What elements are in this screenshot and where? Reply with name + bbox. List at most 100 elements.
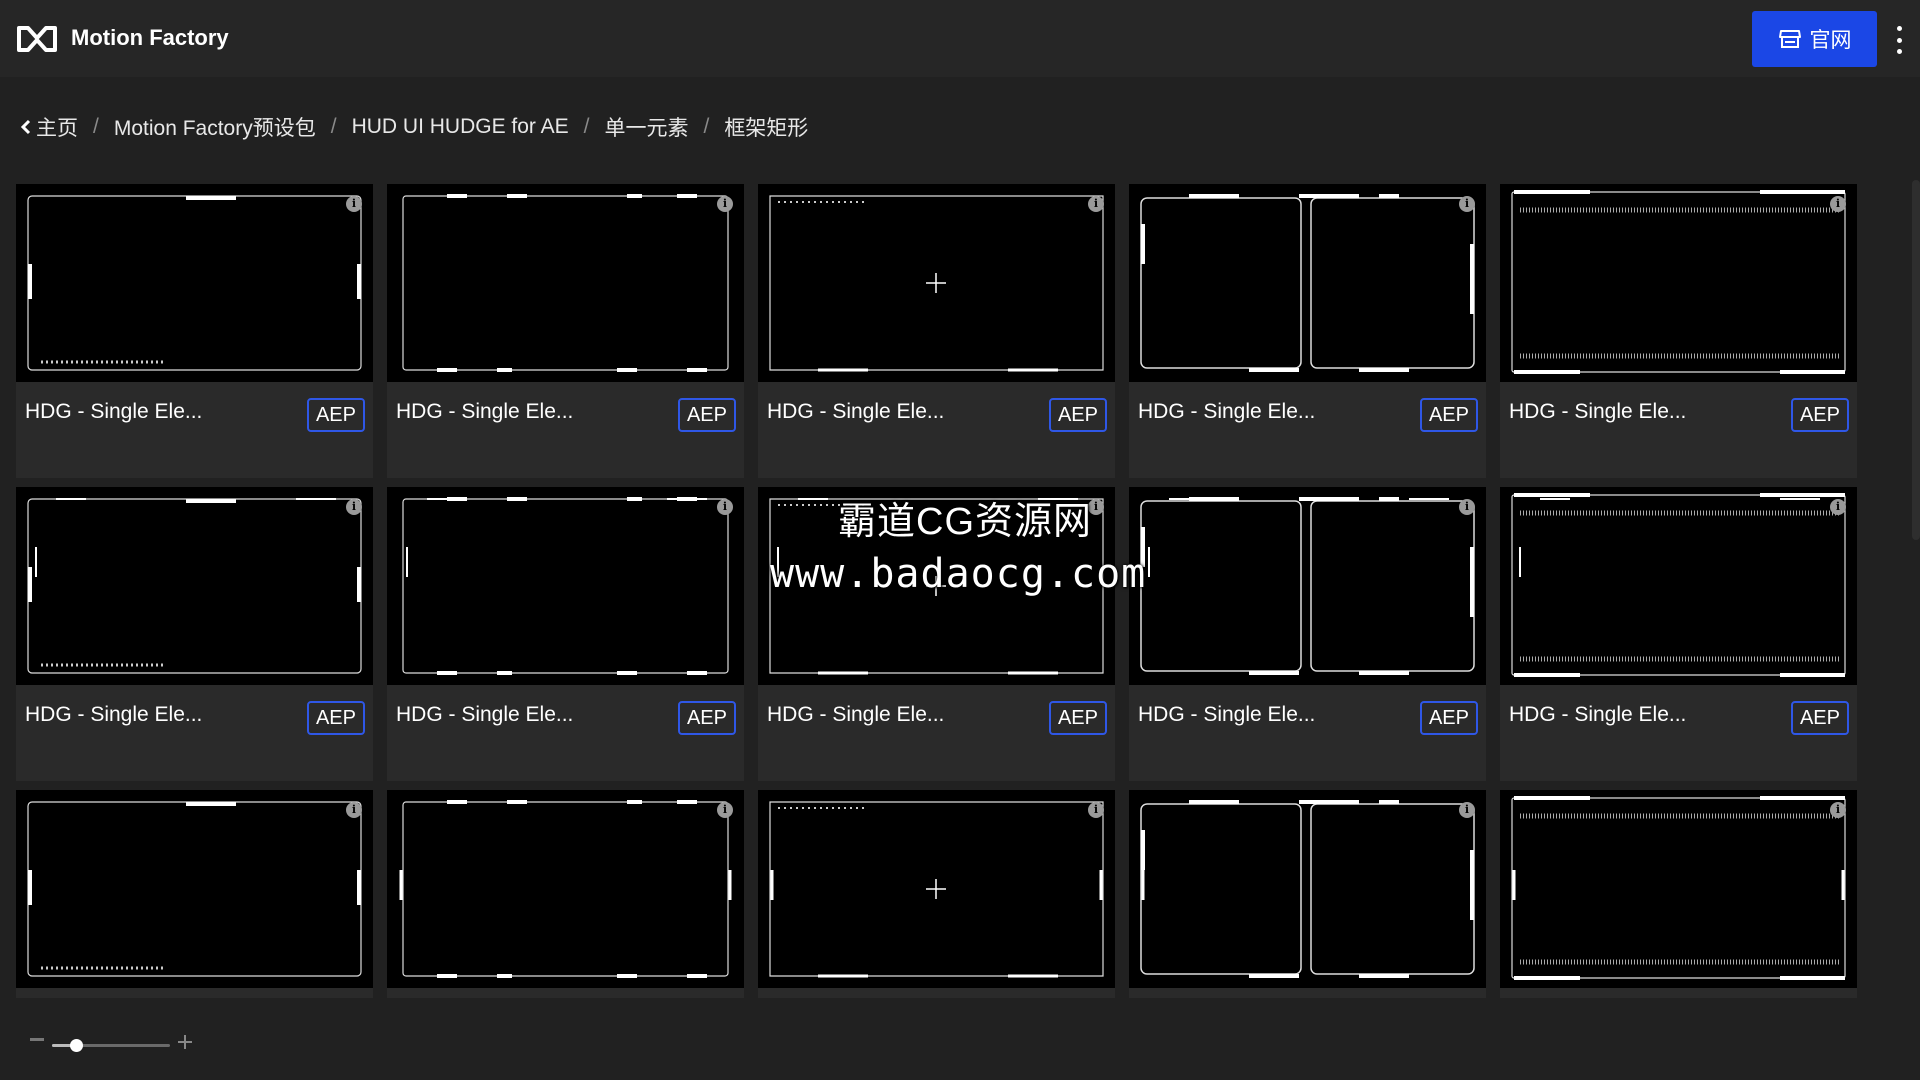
format-badge: AEP bbox=[306, 701, 365, 735]
hud-frame-preview bbox=[27, 498, 362, 674]
asset-thumbnail[interactable] bbox=[758, 487, 1115, 685]
info-icon[interactable]: i bbox=[1830, 196, 1846, 212]
breadcrumb-separator: / bbox=[93, 115, 99, 138]
format-badge: AEP bbox=[1419, 701, 1478, 735]
asset-card[interactable]: i HDG - Single Ele... AEP bbox=[758, 184, 1115, 478]
hud-frame-preview bbox=[769, 195, 1104, 372]
hud-frame-preview bbox=[1511, 493, 1846, 677]
official-site-button[interactable]: 官网 bbox=[1752, 11, 1877, 67]
asset-card[interactable]: i HDG - Single Ele... AEP bbox=[1500, 487, 1857, 781]
asset-card[interactable]: i HDG - Single Ele... AEP bbox=[16, 487, 373, 781]
asset-title: HDG - Single Ele... bbox=[1509, 400, 1687, 423]
zoom-in-icon[interactable] bbox=[178, 1035, 192, 1049]
info-icon[interactable]: i bbox=[346, 196, 362, 212]
asset-card[interactable]: i HDG - Single Ele... AEP bbox=[758, 487, 1115, 781]
asset-title: HDG - Single Ele... bbox=[1509, 703, 1687, 726]
asset-grid: i HDG - Single Ele... AEP i HDG - Single Ele… bbox=[16, 184, 1858, 998]
info-icon[interactable]: i bbox=[1088, 802, 1104, 818]
asset-card[interactable]: iHDG - Single Ele...AEP bbox=[1500, 790, 1857, 998]
format-badge: AEP bbox=[1790, 701, 1849, 735]
format-badge: AEP bbox=[1048, 701, 1107, 735]
hud-frame-preview bbox=[1140, 497, 1475, 675]
asset-title: HDG - Single Ele... bbox=[396, 400, 574, 423]
asset-card[interactable]: iHDG - Single Ele...AEP bbox=[16, 790, 373, 998]
info-icon[interactable]: i bbox=[346, 802, 362, 818]
zoom-out-icon[interactable] bbox=[30, 1038, 44, 1041]
asset-thumbnail[interactable] bbox=[16, 184, 373, 382]
asset-title: HDG - Single Ele... bbox=[25, 703, 203, 726]
breadcrumb-separator: / bbox=[330, 115, 337, 138]
asset-card[interactable]: iHDG - Single Ele...AEP bbox=[758, 790, 1115, 998]
info-icon[interactable]: i bbox=[1088, 196, 1104, 212]
asset-title: HDG - Single Ele... bbox=[767, 400, 945, 423]
format-badge: AEP bbox=[306, 398, 365, 432]
format-badge: AEP bbox=[1048, 398, 1107, 432]
asset-thumbnail[interactable] bbox=[387, 487, 744, 685]
asset-thumbnail[interactable] bbox=[387, 790, 744, 988]
hud-frame-preview bbox=[1511, 796, 1846, 980]
asset-thumbnail[interactable] bbox=[16, 487, 373, 685]
asset-card[interactable]: iHDG - Single Ele...AEP bbox=[1500, 184, 1857, 478]
asset-card[interactable]: i HDG - Single Ele... AEP bbox=[387, 184, 744, 478]
info-icon[interactable]: i bbox=[1459, 499, 1475, 515]
asset-card[interactable]: iHDG - Single Ele...AEP bbox=[1129, 184, 1486, 478]
info-icon[interactable]: i bbox=[1459, 196, 1475, 212]
asset-card[interactable]: i HDG - Single Ele... AEP bbox=[1129, 487, 1486, 781]
hud-frame-preview bbox=[769, 498, 1104, 675]
hud-frame-preview bbox=[402, 497, 729, 675]
asset-thumbnail[interactable] bbox=[1500, 184, 1857, 382]
top-bar: Motion Factory 官网 bbox=[0, 0, 1920, 77]
asset-thumbnail[interactable] bbox=[1129, 184, 1486, 382]
format-badge: AEP bbox=[677, 398, 736, 432]
info-icon[interactable]: i bbox=[1088, 499, 1104, 515]
asset-thumbnail[interactable] bbox=[1500, 790, 1857, 988]
asset-thumbnail[interactable] bbox=[16, 790, 373, 988]
info-icon[interactable]: i bbox=[346, 499, 362, 515]
breadcrumb-frame-rect[interactable]: 框架矩形 bbox=[724, 112, 808, 142]
chevron-left-icon[interactable] bbox=[20, 118, 32, 136]
breadcrumb-preset-pack[interactable]: Motion Factory预设包 bbox=[114, 112, 316, 142]
official-site-label: 官网 bbox=[1809, 29, 1852, 52]
hud-frame-preview bbox=[769, 801, 1104, 978]
breadcrumb: 主页 / Motion Factory预设包 / HUD UI HUDGE fo… bbox=[20, 112, 808, 142]
hud-frame-preview bbox=[1140, 194, 1475, 372]
breadcrumb-separator: / bbox=[583, 115, 590, 138]
asset-card[interactable]: i HDG - Single Ele... AEP bbox=[387, 487, 744, 781]
kebab-menu-icon[interactable] bbox=[1889, 26, 1909, 54]
store-icon bbox=[1778, 30, 1801, 48]
format-badge: AEP bbox=[677, 701, 736, 735]
info-icon[interactable]: i bbox=[717, 802, 733, 818]
info-icon[interactable]: i bbox=[1830, 499, 1846, 515]
asset-title: HDG - Single Ele... bbox=[767, 703, 945, 726]
motion-factory-logo-icon[interactable] bbox=[16, 22, 58, 54]
info-icon[interactable]: i bbox=[717, 499, 733, 515]
asset-card[interactable]: iHDG - Single Ele...AEP bbox=[387, 790, 744, 998]
hud-frame-preview bbox=[27, 195, 362, 371]
scrollbar[interactable] bbox=[1912, 180, 1920, 540]
footer-bar bbox=[0, 1000, 1920, 1080]
asset-card[interactable]: iHDG - Single Ele...AEP bbox=[1129, 790, 1486, 998]
asset-thumbnail[interactable] bbox=[758, 790, 1115, 988]
info-icon[interactable]: i bbox=[1459, 802, 1475, 818]
asset-thumbnail[interactable] bbox=[1500, 487, 1857, 685]
zoom-slider-handle[interactable] bbox=[69, 1039, 83, 1052]
asset-title: HDG - Single Ele... bbox=[396, 703, 574, 726]
asset-title: HDG - Single Ele... bbox=[25, 400, 203, 423]
info-icon[interactable]: i bbox=[1830, 802, 1846, 818]
asset-thumbnail[interactable] bbox=[1129, 487, 1486, 685]
asset-card[interactable]: i HDG - Single Ele... AEP bbox=[16, 184, 373, 478]
breadcrumb-single-elements[interactable]: 单一元素 bbox=[604, 112, 688, 142]
hud-frame-preview bbox=[402, 194, 729, 372]
breadcrumb-hud-ui[interactable]: HUD UI HUDGE for AE bbox=[352, 115, 569, 139]
breadcrumb-home[interactable]: 主页 bbox=[36, 112, 78, 142]
asset-thumbnail[interactable] bbox=[387, 184, 744, 382]
asset-title: HDG - Single Ele... bbox=[1138, 400, 1316, 423]
info-icon[interactable]: i bbox=[717, 196, 733, 212]
hud-frame-preview bbox=[27, 801, 362, 977]
asset-title: HDG - Single Ele... bbox=[1138, 703, 1316, 726]
app-title: Motion Factory bbox=[71, 25, 229, 50]
asset-thumbnail[interactable] bbox=[758, 184, 1115, 382]
asset-thumbnail[interactable] bbox=[1129, 790, 1486, 988]
hud-frame-preview bbox=[1140, 800, 1475, 978]
hud-frame-preview bbox=[1511, 190, 1846, 374]
